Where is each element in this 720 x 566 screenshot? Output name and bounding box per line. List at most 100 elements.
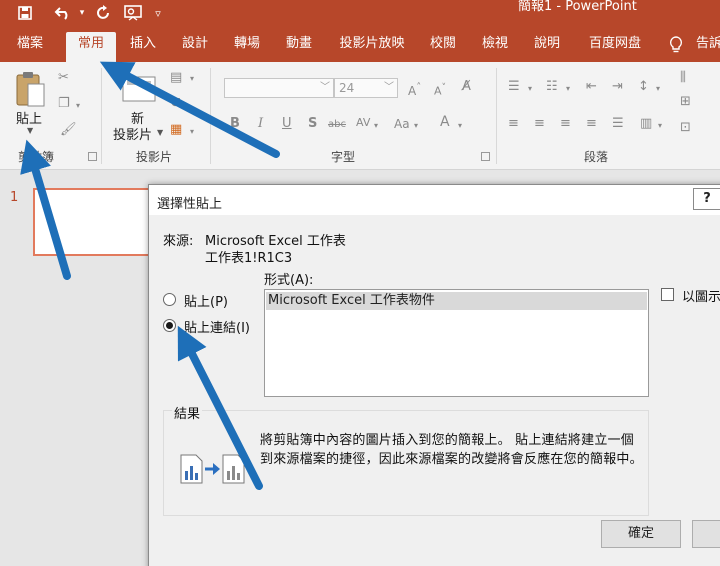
- columns-icon[interactable]: ▥: [640, 116, 652, 132]
- undo-icon[interactable]: [50, 2, 76, 24]
- new-slide-dropdown-icon[interactable]: ▼: [157, 128, 163, 137]
- customize-qat-icon[interactable]: ▿: [150, 2, 166, 24]
- new-slide-button[interactable]: 投影片: [113, 124, 152, 143]
- justify-icon[interactable]: ≡: [586, 116, 597, 132]
- display-as-icon-label[interactable]: 以圖示: [682, 286, 720, 305]
- clipboard-launcher-icon[interactable]: [88, 152, 97, 161]
- format-painter-icon[interactable]: 🖌: [60, 122, 77, 138]
- tab-animations[interactable]: 動畫: [280, 32, 318, 62]
- font-launcher-icon[interactable]: [481, 152, 490, 161]
- result-label: 結果: [172, 403, 203, 422]
- smartart-icon[interactable]: ⊡: [680, 120, 691, 136]
- align-right-icon[interactable]: ≡: [560, 116, 571, 132]
- align-left-icon[interactable]: ≡: [508, 116, 519, 132]
- spacing-dropdown-icon[interactable]: ▾: [374, 118, 378, 134]
- font-color-icon[interactable]: A: [440, 114, 450, 130]
- paste-icon[interactable]: [14, 70, 48, 110]
- font-size-combo[interactable]: 24 ﹀: [334, 78, 398, 98]
- group-divider: [496, 68, 497, 164]
- layout-dropdown-icon[interactable]: ▾: [190, 71, 194, 87]
- underline-icon[interactable]: U: [282, 116, 292, 132]
- line-spacing-icon[interactable]: ↕: [638, 79, 649, 95]
- paste-button[interactable]: 貼上: [16, 108, 42, 127]
- paste-special-dialog: 選擇性貼上 ? 來源: Microsoft Excel 工作表 工作表1!R1C…: [148, 184, 720, 566]
- ok-button[interactable]: 確定: [601, 520, 681, 548]
- tab-review[interactable]: 校閱: [424, 32, 462, 62]
- italic-icon[interactable]: I: [258, 116, 263, 132]
- change-case-icon[interactable]: Aa: [394, 116, 410, 132]
- paste-dropdown-icon[interactable]: ▼: [27, 126, 33, 135]
- tab-tell-me[interactable]: 告訴: [696, 32, 720, 62]
- undo-dropdown-icon[interactable]: ▾: [76, 2, 88, 24]
- tab-view[interactable]: 檢視: [476, 32, 514, 62]
- numbering-icon[interactable]: ☷: [546, 79, 558, 95]
- reset-slide-icon[interactable]: ↺: [170, 96, 181, 112]
- source-range: 工作表1!R1C3: [205, 251, 293, 266]
- redo-icon[interactable]: [90, 2, 116, 24]
- new-slide-icon[interactable]: [122, 76, 156, 102]
- layout-icon[interactable]: ▤: [170, 70, 182, 86]
- font-name-combo[interactable]: ﹀: [224, 78, 334, 98]
- cancel-button[interactable]: [692, 520, 720, 548]
- window-title: 簡報1 - PowerPoint: [518, 0, 637, 14]
- bold-icon[interactable]: B: [230, 116, 240, 132]
- bullets-dropdown-icon[interactable]: ▾: [528, 81, 532, 97]
- text-direction-icon[interactable]: ⫼: [680, 70, 686, 86]
- copy-dropdown-icon[interactable]: ▾: [76, 98, 80, 114]
- ribbon-tabs: 檔案 常用 插入 設計 轉場 動畫 投影片放映 校閱 檢視 說明 百度网盘 告訴: [0, 26, 720, 62]
- paste-radio-label[interactable]: 貼上(P): [184, 291, 228, 310]
- as-listbox[interactable]: Microsoft Excel 工作表物件: [264, 289, 649, 397]
- tab-transitions[interactable]: 轉場: [228, 32, 266, 62]
- paste-link-radio-label[interactable]: 貼上連結(I): [184, 317, 250, 336]
- lightbulb-icon[interactable]: [666, 32, 686, 62]
- increase-indent-icon[interactable]: ⇥: [612, 79, 623, 95]
- paste-link-radio[interactable]: [163, 319, 176, 332]
- bullets-icon[interactable]: ☰: [508, 79, 520, 95]
- line-spacing-dropdown-icon[interactable]: ▾: [656, 81, 660, 97]
- slide-thumbnail[interactable]: [33, 188, 163, 256]
- font-color-dropdown-icon[interactable]: ▾: [458, 118, 462, 134]
- case-dropdown-icon[interactable]: ▾: [414, 118, 418, 134]
- section-icon[interactable]: ▦: [170, 122, 182, 138]
- increase-font-icon[interactable]: A˄: [408, 80, 421, 99]
- as-label: 形式(A):: [264, 273, 314, 288]
- tab-design[interactable]: 設計: [176, 32, 214, 62]
- tab-home[interactable]: 常用: [66, 32, 116, 62]
- tab-insert[interactable]: 插入: [124, 32, 162, 62]
- cut-icon[interactable]: ✂: [58, 70, 69, 86]
- align-text-icon[interactable]: ⊞: [680, 94, 691, 110]
- paste-link-result-icon: [180, 453, 250, 485]
- save-icon[interactable]: [12, 2, 38, 24]
- tab-file[interactable]: 檔案: [6, 32, 54, 62]
- font-group-label: 字型: [331, 150, 356, 164]
- tab-baidu-netdisk[interactable]: 百度网盘: [580, 32, 650, 62]
- strikethrough-icon[interactable]: abc: [328, 117, 346, 133]
- copy-icon[interactable]: ❐: [58, 96, 70, 112]
- dialog-title: 選擇性貼上: [157, 197, 223, 212]
- slides-group-label: 投影片: [136, 150, 173, 164]
- numbering-dropdown-icon[interactable]: ▾: [566, 81, 570, 97]
- slide-number: 1: [10, 190, 19, 205]
- clear-format-icon[interactable]: A̸: [462, 79, 471, 95]
- chevron-down-icon: ﹀: [384, 82, 394, 93]
- help-button[interactable]: ?: [693, 188, 720, 210]
- distributed-icon[interactable]: ☰: [612, 116, 624, 132]
- character-spacing-icon[interactable]: AV: [356, 115, 370, 131]
- present-icon[interactable]: [120, 2, 146, 24]
- tab-help[interactable]: 說明: [528, 32, 566, 62]
- tab-slideshow[interactable]: 投影片放映: [334, 32, 410, 62]
- section-dropdown-icon[interactable]: ▾: [190, 124, 194, 140]
- paste-radio[interactable]: [163, 293, 176, 306]
- decrease-font-icon[interactable]: A˅: [434, 80, 446, 100]
- columns-dropdown-icon[interactable]: ▾: [658, 118, 662, 134]
- result-description: 將剪貼簿中內容的圖片插入到您的簡報上。 貼上連結將建立一個到來源檔案的捷徑，因此…: [260, 433, 643, 467]
- align-center-icon[interactable]: ≡: [534, 116, 545, 132]
- shadow-icon[interactable]: S: [308, 116, 317, 132]
- display-as-icon-checkbox[interactable]: [661, 288, 674, 301]
- ribbon: 貼上 ▼ ✂ ❐ ▾ 🖌 剪貼簿 新 投影片 ▼ ▤ ▾ ↺ ▦ ▾ 投影片 ﹀…: [0, 62, 720, 170]
- decrease-indent-icon[interactable]: ⇤: [586, 79, 597, 95]
- list-item[interactable]: Microsoft Excel 工作表物件: [266, 292, 647, 310]
- font-size-value: 24: [339, 81, 355, 95]
- dialog-title-bar[interactable]: 選擇性貼上 ?: [149, 185, 720, 215]
- chevron-down-icon: ﹀: [320, 82, 330, 93]
